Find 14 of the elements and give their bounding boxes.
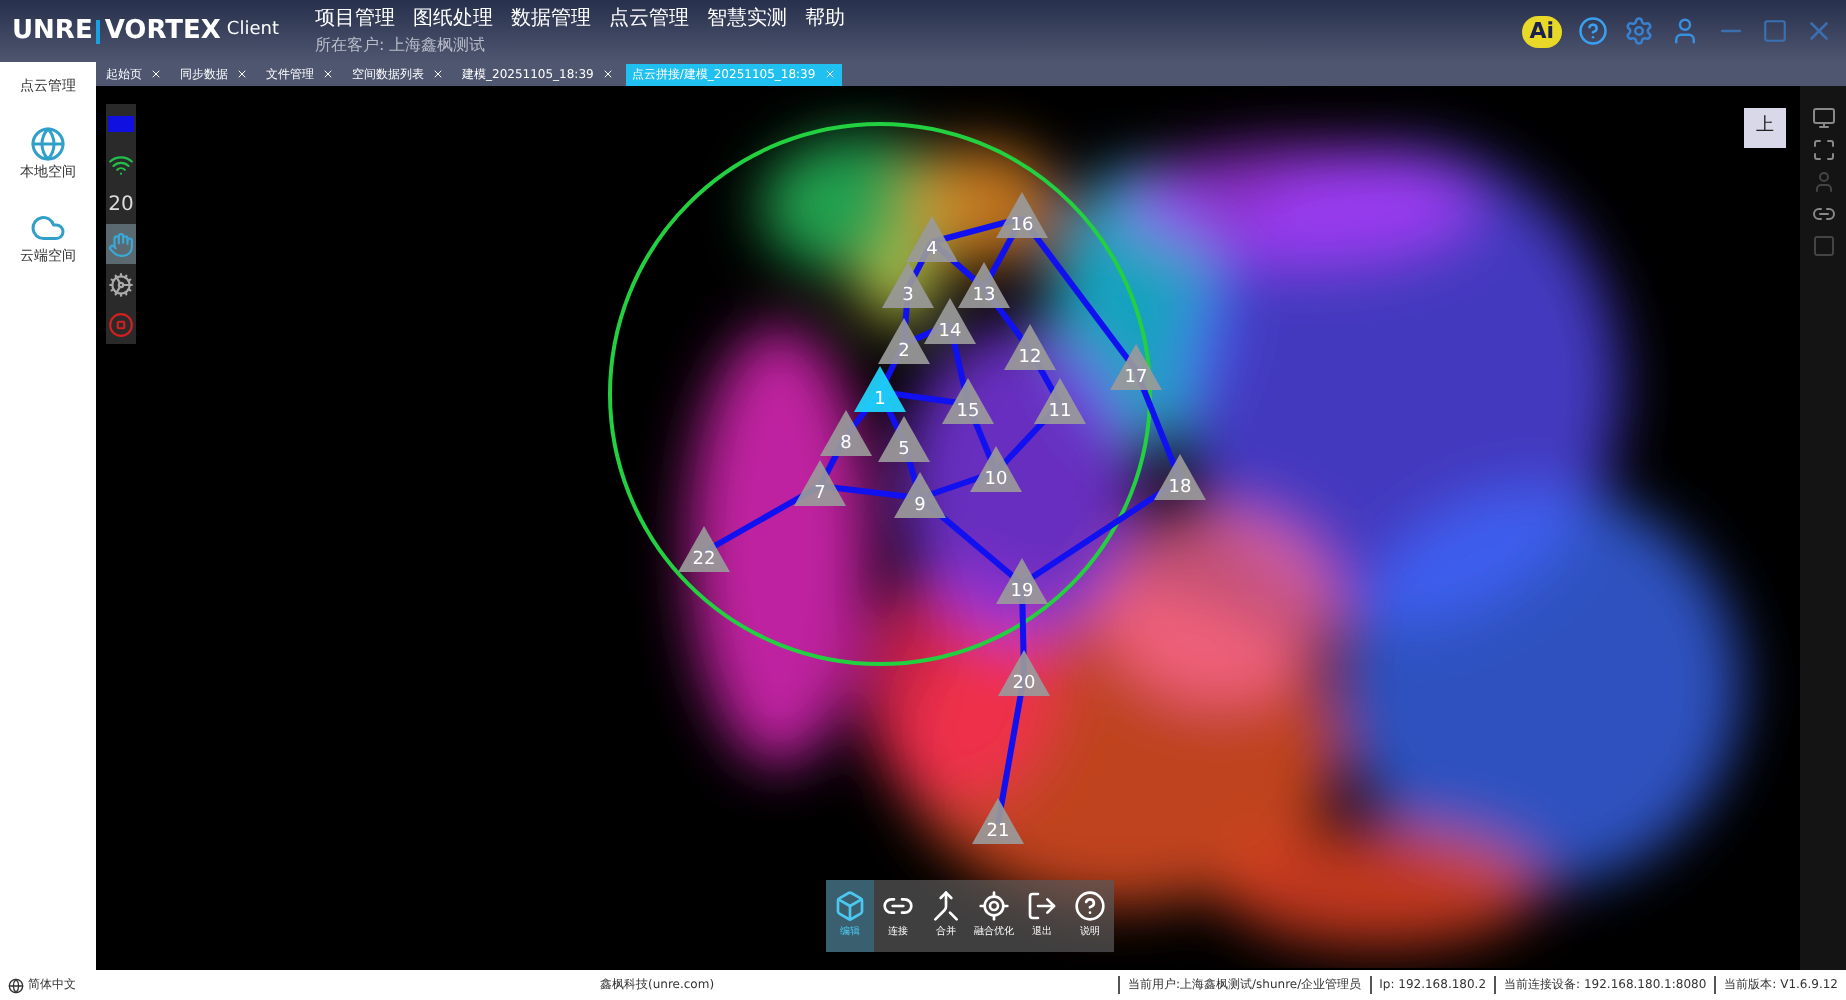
logo-suffix: Client [226,17,279,44]
menu-item[interactable]: 点云管理 [608,4,689,34]
menu-item[interactable]: 项目管理 [314,4,395,34]
logo: UNRE [12,13,93,50]
tool-button[interactable]: 20 [106,184,136,224]
view-top-button[interactable]: 上 [1744,108,1786,148]
menu-item[interactable]: 数据管理 [510,4,591,34]
menu-item[interactable]: 智慧实测 [706,4,787,34]
ai-button[interactable]: Ai [1521,15,1562,47]
customer-label: 所在客户: 上海鑫枫测试 [314,34,488,58]
menu-item[interactable]: 图纸处理 [412,4,493,34]
logo: VORTEX [104,13,221,50]
menu-item[interactable]: 帮助 [804,4,845,34]
count-label: 20 [108,191,134,219]
